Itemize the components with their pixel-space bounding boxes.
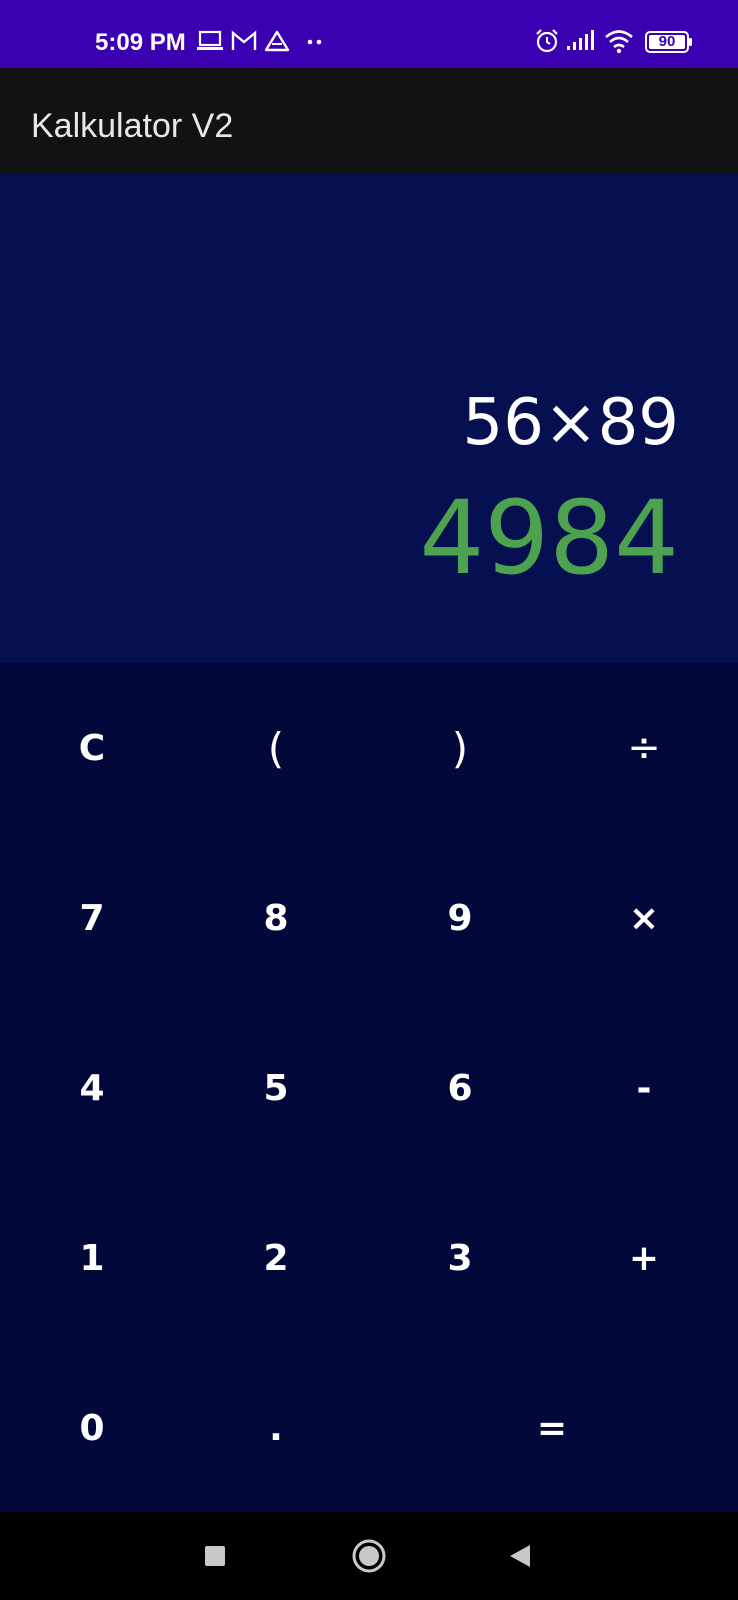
app-title: Kalkulator V2 <box>31 107 234 145</box>
subtract-button[interactable]: - <box>552 1003 736 1173</box>
multiply-button[interactable]: × <box>552 833 736 1003</box>
digit-8-button[interactable]: 8 <box>184 833 368 1003</box>
signal-icon <box>566 30 594 57</box>
gmail-icon <box>231 30 257 57</box>
home-circle-icon[interactable] <box>345 1532 393 1580</box>
battery-level: 90 <box>658 33 676 50</box>
alarm-icon <box>534 28 560 59</box>
equals-button[interactable]: = <box>460 1343 644 1513</box>
laptop-icon <box>197 30 223 57</box>
digit-5-button[interactable]: 5 <box>184 1003 368 1173</box>
digit-4-button[interactable]: 4 <box>0 1003 184 1173</box>
clear-button[interactable]: C <box>0 663 184 833</box>
app-bar: Kalkulator V2 <box>0 68 738 174</box>
digit-1-button[interactable]: 1 <box>0 1173 184 1343</box>
system-nav-bar <box>0 1512 738 1600</box>
more-dots-icon <box>306 30 324 57</box>
digit-3-button[interactable]: 3 <box>368 1173 552 1343</box>
wifi-icon <box>604 28 634 59</box>
digit-2-button[interactable]: 2 <box>184 1173 368 1343</box>
digit-7-button[interactable]: 7 <box>0 833 184 1003</box>
digit-9-button[interactable]: 9 <box>368 833 552 1003</box>
status-bar: 5:09 PM 90 <box>0 0 738 68</box>
open-paren-button[interactable]: ( <box>184 663 368 833</box>
calculator-display: 56×89 4984 <box>0 174 738 663</box>
digit-6-button[interactable]: 6 <box>368 1003 552 1173</box>
divide-button[interactable]: ÷ <box>552 663 736 833</box>
add-button[interactable]: + <box>552 1173 736 1343</box>
back-triangle-icon[interactable] <box>496 1532 544 1580</box>
decimal-point-button[interactable]: . <box>184 1343 368 1513</box>
expression-text: 56×89 <box>462 386 680 460</box>
drive-icon <box>264 30 290 57</box>
recents-square-icon[interactable] <box>191 1532 239 1580</box>
status-time: 5:09 PM <box>95 29 186 56</box>
result-text: 4984 <box>419 479 679 598</box>
digit-0-button[interactable]: 0 <box>0 1343 184 1513</box>
close-paren-button[interactable]: ) <box>368 663 552 833</box>
battery-icon: 90 <box>645 31 693 58</box>
keypad: C ( ) ÷ 7 8 9 × 4 5 6 - 1 2 3 + 0 . = <box>0 663 738 1512</box>
